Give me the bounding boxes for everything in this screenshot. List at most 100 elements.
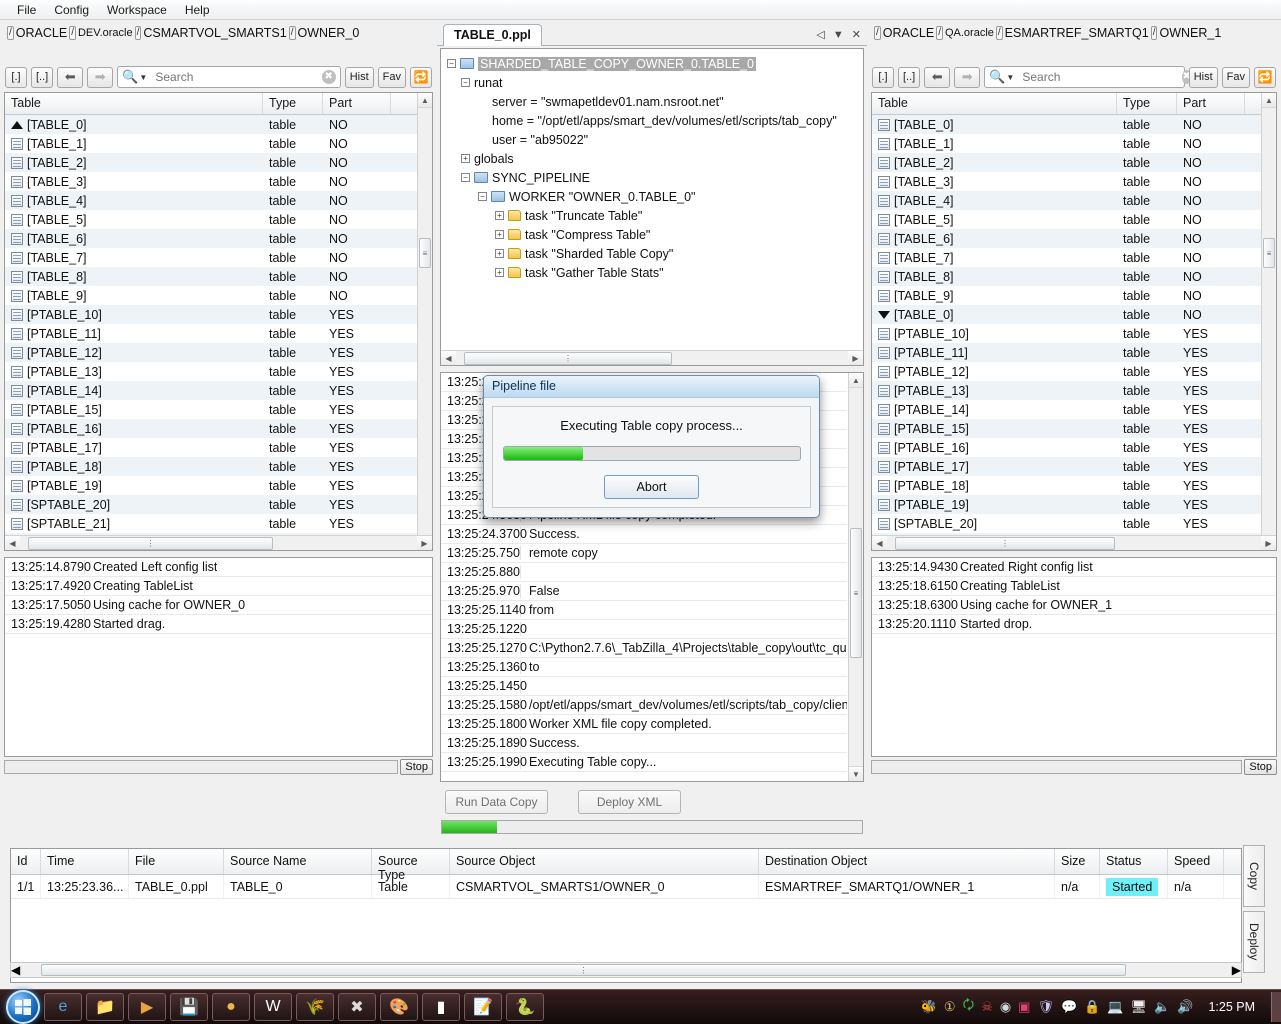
table-row[interactable]: [SPTABLE_20] table YES [872,514,1276,533]
tree-node-task-1[interactable]: + task "Compress Table" [447,225,863,244]
jobs-hscroll-thumb[interactable]: ⋮ [41,964,1126,976]
left-vertical-scrollbar[interactable]: ▲ ≡ ▼ [417,93,432,550]
tree-node-task-0[interactable]: + task "Truncate Table" [447,206,863,225]
pipeline-tree-body[interactable]: − SHARDED_TABLE_COPY_OWNER_0.TABLE_0− runa… [441,49,863,282]
right-search-box[interactable]: 🔍 ▼ ✖ [984,66,1191,88]
scroll-up-icon[interactable]: ▲ [1262,93,1276,108]
table-row[interactable]: [TABLE_9] table NO [5,286,432,305]
scroll-right-icon[interactable]: ▶ [417,535,432,550]
right-breadcrumb[interactable]: / ORACLE / QA.oracle / ESMARTREF_SMARTQ1/OWNE… [867,20,1281,46]
right-table-list[interactable]: Table Type Part [TABLE_0] table NO [TABLE_1… [871,92,1277,551]
table-row[interactable]: [PTABLE_16] table YES [872,438,1276,457]
python-icon[interactable]: 🐍 [506,993,544,1021]
left-scroll-thumb[interactable]: ≡ [419,238,431,268]
right-history-button[interactable]: Hist [1188,66,1218,88]
menu-item-file[interactable]: File [8,1,45,19]
left-parent-dir-button[interactable]: [..] [31,66,54,88]
x-app-icon[interactable]: ✖ [338,993,376,1021]
table-row[interactable]: [PTABLE_12] table YES [5,343,432,362]
explorer-folder-icon[interactable]: 📁 [86,993,124,1021]
chevron-down-icon[interactable]: ▼ [139,73,147,82]
right-col-table[interactable]: Table [872,93,1117,114]
scroll-up-icon[interactable]: ▲ [418,93,432,108]
table-row[interactable]: [PTABLE_15] table YES [872,419,1276,438]
table-row[interactable]: [PTABLE_10] table YES [5,305,432,324]
table-row[interactable]: [TABLE_1] table NO [872,134,1276,153]
table-row[interactable]: [TABLE_0] table NO [5,115,432,134]
right-breadcrumb-1[interactable]: QA.oracle [945,27,994,39]
left-breadcrumb-0[interactable]: ORACLE [16,26,67,40]
message-icon[interactable]: 💬 [1061,999,1077,1015]
collapse-icon[interactable]: − [461,173,470,182]
jobs-col-size[interactable]: Size [1055,849,1100,874]
chrome-icon[interactable]: ● [212,993,250,1021]
jobs-horizontal-scrollbar[interactable]: ◀ ⋮ ▶ [10,962,1242,978]
command-prompt-icon[interactable]: ▮ [422,993,460,1021]
left-favorites-button[interactable]: Fav [377,66,406,88]
table-row[interactable]: [PTABLE_19] table YES [5,476,432,495]
table-row[interactable]: 1/1 13:25:23.36... TABLE_0.ppl TABLE_0 T… [11,875,1241,899]
left-horizontal-scrollbar[interactable]: ◀ ⋮ ▶ [5,535,432,550]
right-back-button[interactable]: ⬅ [924,66,951,88]
right-vertical-scrollbar[interactable]: ▲ ≡ ▼ [1261,93,1276,550]
left-breadcrumb-1[interactable]: DEV.oracle [78,27,133,39]
table-row[interactable]: [PTABLE_14] table YES [872,400,1276,419]
table-row[interactable]: [PTABLE_16] table YES [5,419,432,438]
side-tab-copy[interactable]: Copy [1243,845,1265,907]
right-forward-button[interactable]: ➡ [954,66,981,88]
expand-icon[interactable]: + [461,154,470,163]
scroll-right-icon[interactable]: ▶ [848,350,863,365]
left-breadcrumb[interactable]: / ORACLE / DEV.oracle / CSMARTVOL_SMARTS1/OWN… [0,20,437,46]
side-tab-deploy[interactable]: Deploy [1243,911,1265,973]
jobs-col-srcname[interactable]: Source Name [224,849,372,874]
table-row[interactable]: [TABLE_8] table NO [872,267,1276,286]
menu-item-help[interactable]: Help [176,1,219,19]
collapse-icon[interactable]: − [447,59,456,68]
left-breadcrumb-2[interactable]: CSMARTVOL_SMARTS1 [143,26,286,40]
network-icon[interactable]: 🖥 [1131,999,1148,1015]
right-log-panel[interactable]: 13:25:14.9430 Created Right config list 13… [871,557,1277,757]
scroll-right-icon[interactable]: ▶ [1261,535,1276,550]
tab-close-icon[interactable]: ✕ [852,28,861,41]
jobs-col-status[interactable]: Status [1100,849,1168,874]
tab-dropdown-icon[interactable]: ▼ [833,29,844,41]
menu-item-config[interactable]: Config [45,1,98,19]
table-row[interactable]: [TABLE_5] table NO [5,210,432,229]
jobs-col-speed[interactable]: Speed [1168,849,1224,874]
word-icon[interactable]: W [254,993,292,1021]
table-row[interactable]: [TABLE_2] table NO [5,153,432,172]
left-back-button[interactable]: ⬅ [57,66,84,88]
paint-icon[interactable]: 🎨 [380,993,418,1021]
table-row[interactable]: [PTABLE_11] table YES [872,343,1276,362]
table-row[interactable]: [TABLE_7] table NO [872,248,1276,267]
jobs-col-id[interactable]: Id [11,849,41,874]
table-row[interactable]: [TABLE_6] table NO [872,229,1276,248]
tree-node-root[interactable]: − SHARDED_TABLE_COPY_OWNER_0.TABLE_0 [447,54,863,73]
left-stop-button[interactable]: Stop [400,759,433,775]
center-vertical-scrollbar[interactable]: ▲ ≡ ▼ [848,373,863,781]
table-row[interactable]: [TABLE_0] table NO [872,115,1276,134]
left-search-input[interactable] [153,69,319,85]
right-current-dir-button[interactable]: [.] [872,66,894,88]
scroll-left-icon[interactable]: ◀ [872,535,887,550]
bee-icon[interactable]: 🐝 [921,999,937,1015]
table-row[interactable]: [TABLE_7] table NO [5,248,432,267]
abort-button[interactable]: Abort [604,475,699,499]
tree-hscroll-thumb[interactable]: ⋮ [464,351,672,365]
table-row[interactable]: [TABLE_4] table NO [872,191,1276,210]
scroll-left-icon[interactable]: ◀ [5,535,20,550]
table-row[interactable]: [PTABLE_12] table YES [872,362,1276,381]
table-row[interactable]: [TABLE_8] table NO [5,267,432,286]
right-stop-button[interactable]: Stop [1244,759,1277,775]
table-row[interactable]: [PTABLE_13] table YES [872,381,1276,400]
right-scroll-thumb[interactable]: ≡ [1263,238,1275,268]
collapse-icon[interactable]: − [461,78,470,87]
table-row[interactable]: [SPTABLE_21] table YES [5,514,432,533]
right-hscroll-thumb[interactable]: ⋮ [895,536,1115,550]
left-col-table[interactable]: Table [5,93,263,114]
expand-icon[interactable]: + [495,268,504,277]
table-row[interactable]: [TABLE_1] table NO [5,134,432,153]
right-col-part[interactable]: Part [1177,93,1245,114]
tree-node-task-3[interactable]: + task "Gather Table Stats" [447,263,863,282]
speaker-icon[interactable]: 🔈 [1154,999,1170,1015]
